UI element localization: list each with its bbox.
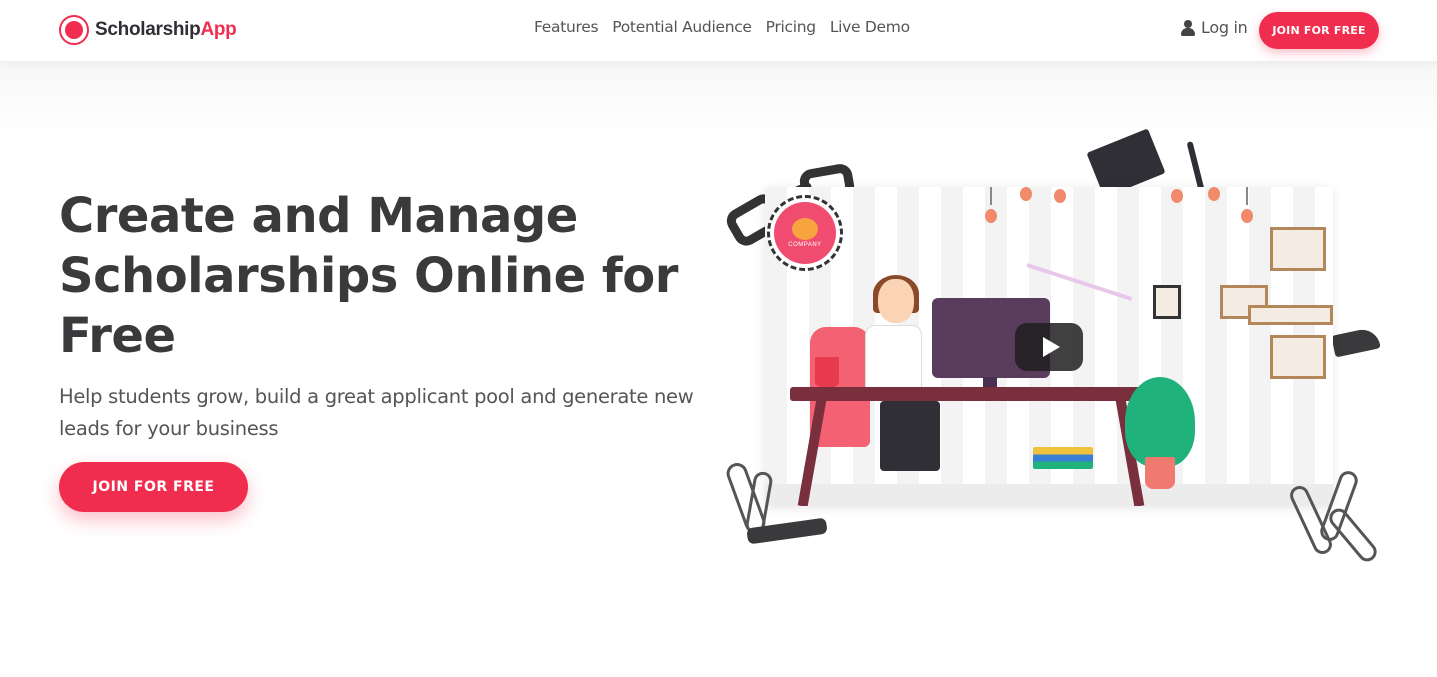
- paperclips-decoration: [1290, 471, 1377, 562]
- company-badge-text: COMPANY: [788, 242, 822, 248]
- lamp: [1241, 209, 1253, 223]
- site-header: ScholarshipApp Features Potential Audien…: [0, 0, 1437, 61]
- play-button[interactable]: [1015, 323, 1083, 371]
- logo[interactable]: ScholarshipApp: [59, 14, 237, 46]
- hero-background-band: [0, 61, 1437, 141]
- pencil-cup: [815, 357, 839, 387]
- lamp: [1020, 187, 1032, 201]
- demo-video[interactable]: [765, 187, 1333, 506]
- logo-text-part1: Scholarship: [95, 19, 201, 40]
- desk-lamp: [1026, 263, 1133, 301]
- nav-pricing[interactable]: Pricing: [766, 18, 816, 36]
- lamp-cord: [1246, 187, 1248, 205]
- video-section: COMPANY: [715, 128, 1395, 575]
- hero-subtitle: Help students grow, build a great applic…: [59, 385, 694, 440]
- paperclips-decoration: [726, 463, 827, 544]
- plant-pot: [1145, 457, 1175, 489]
- logo-text: ScholarshipApp: [95, 19, 237, 41]
- company-logo-icon: [792, 218, 818, 240]
- wall-shelf: [1248, 305, 1333, 325]
- join-for-free-header-button[interactable]: JOIN FOR FREE: [1259, 12, 1379, 49]
- person-legs: [880, 401, 940, 471]
- desk: [790, 387, 1150, 401]
- stapler-decoration: [1331, 326, 1381, 358]
- company-badge: COMPANY: [767, 195, 843, 271]
- logo-text-part2: App: [200, 19, 237, 40]
- join-for-free-hero-button[interactable]: JOIN FOR FREE: [59, 462, 248, 512]
- picture-frame: [1153, 285, 1181, 319]
- lamp: [1171, 189, 1183, 203]
- lamp: [1208, 187, 1220, 201]
- login-label: Log in: [1201, 18, 1248, 37]
- main-nav: Features Potential Audience Pricing Live…: [534, 18, 924, 36]
- wall-shelf: [1270, 227, 1326, 271]
- user-icon: [1181, 19, 1195, 36]
- plant: [1125, 377, 1195, 467]
- lamp: [985, 209, 997, 223]
- logo-icon: [59, 15, 89, 45]
- play-icon: [1042, 337, 1060, 357]
- person-head: [878, 279, 914, 323]
- hero-title: Create and Manage Scholarships Online fo…: [59, 188, 678, 364]
- video-floor: [765, 484, 1333, 506]
- nav-features[interactable]: Features: [534, 18, 599, 36]
- login-link[interactable]: Log in: [1181, 18, 1248, 37]
- nav-potential-audience[interactable]: Potential Audience: [612, 18, 752, 36]
- lamp-cord: [990, 187, 992, 205]
- stack-of-books: [1033, 447, 1093, 469]
- person-body: [865, 325, 922, 389]
- nav-live-demo[interactable]: Live Demo: [830, 18, 910, 36]
- lamp: [1054, 189, 1066, 203]
- wall-shelf: [1270, 335, 1326, 379]
